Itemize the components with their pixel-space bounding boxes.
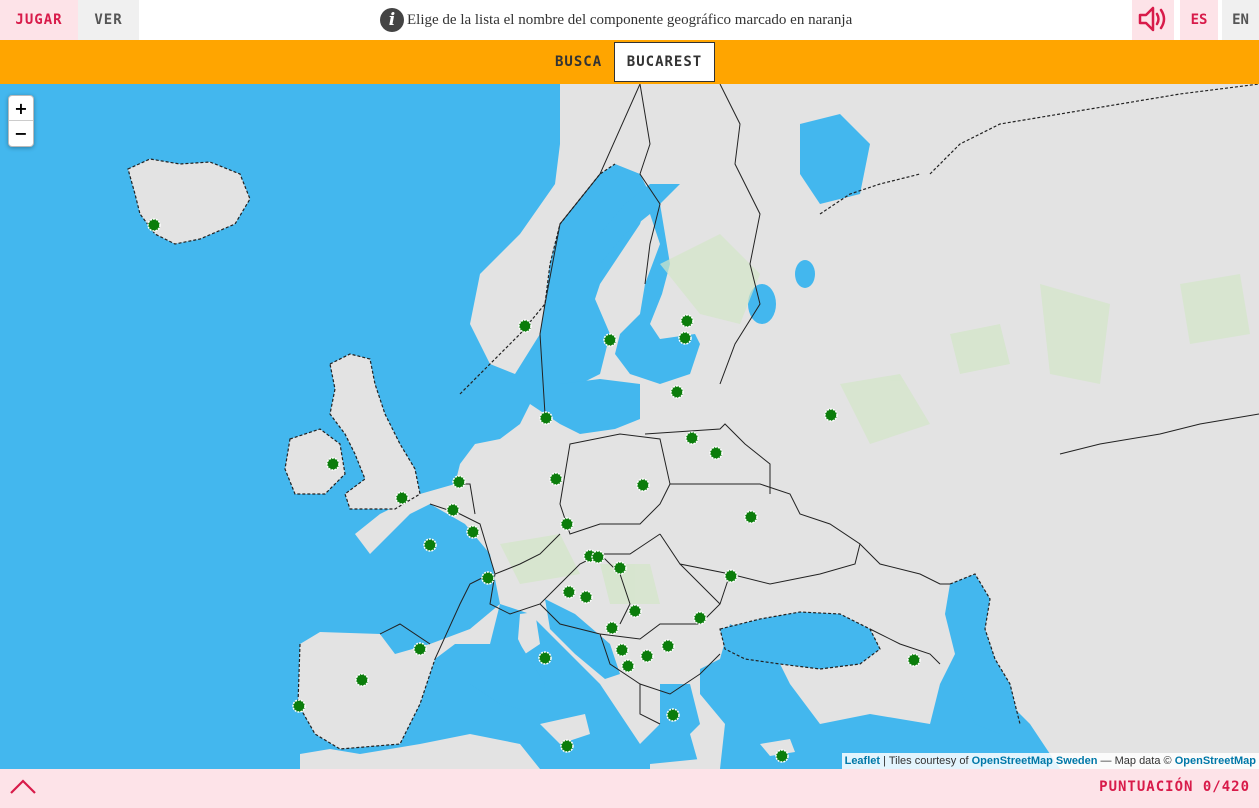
capital-marker[interactable]: [661, 639, 675, 653]
capital-marker[interactable]: [562, 585, 576, 599]
capital-marker[interactable]: [518, 319, 532, 333]
capital-marker[interactable]: [413, 642, 427, 656]
map-base: [127, 84, 1259, 769]
search-label: BUSCA: [555, 54, 603, 70]
collapse-button[interactable]: [9, 775, 37, 797]
capital-marker[interactable]: [605, 621, 619, 635]
osm-sweden-link[interactable]: OpenStreetMap Sweden: [972, 755, 1098, 767]
score-display: PUNTUACIÓN 0/420: [1099, 779, 1250, 795]
capital-marker[interactable]: [907, 653, 921, 667]
capital-marker[interactable]: [678, 331, 692, 345]
map-view[interactable]: + − Leaflet | Tiles courtesy of OpenStre…: [0, 84, 1259, 769]
capital-marker[interactable]: [452, 475, 466, 489]
capital-marker[interactable]: [481, 571, 495, 585]
sound-toggle-button[interactable]: [1132, 0, 1174, 40]
capital-marker[interactable]: [636, 478, 650, 492]
capital-marker[interactable]: [628, 604, 642, 618]
capital-marker[interactable]: [292, 699, 306, 713]
capital-marker[interactable]: [591, 550, 605, 564]
zoom-in-button[interactable]: +: [9, 96, 33, 121]
zoom-out-button[interactable]: −: [9, 121, 33, 146]
capital-marker[interactable]: [603, 333, 617, 347]
capital-marker[interactable]: [709, 446, 723, 460]
capital-marker[interactable]: [744, 510, 758, 524]
capital-marker[interactable]: [613, 561, 627, 575]
capital-marker[interactable]: [549, 472, 563, 486]
capital-marker[interactable]: [395, 491, 409, 505]
capital-marker[interactable]: [685, 431, 699, 445]
map-attribution: Leaflet | Tiles courtesy of OpenStreetMa…: [841, 753, 1259, 769]
view-tab-button[interactable]: VER: [78, 0, 139, 40]
capital-marker[interactable]: [466, 525, 480, 539]
language-es-button[interactable]: ES: [1180, 0, 1218, 40]
capital-marker[interactable]: [446, 503, 460, 517]
search-target-box: BUCAREST: [614, 42, 715, 82]
capital-marker[interactable]: [615, 643, 629, 657]
instruction-text: Elige de la lista el nombre del componen…: [407, 11, 853, 28]
capital-marker[interactable]: [640, 649, 654, 663]
play-tab-button[interactable]: JUGAR: [0, 0, 78, 40]
capital-marker[interactable]: [560, 739, 574, 753]
osm-link[interactable]: OpenStreetMap: [1175, 755, 1256, 767]
capital-marker[interactable]: [539, 411, 553, 425]
capital-marker[interactable]: [147, 218, 161, 232]
capital-marker[interactable]: [670, 385, 684, 399]
instruction: i Elige de la lista el nombre del compon…: [380, 6, 852, 34]
capital-marker[interactable]: [666, 708, 680, 722]
capital-marker[interactable]: [326, 457, 340, 471]
capital-marker[interactable]: [538, 651, 552, 665]
language-en-button[interactable]: EN: [1222, 0, 1259, 40]
capital-marker[interactable]: [579, 590, 593, 604]
leaflet-link[interactable]: Leaflet: [845, 755, 880, 767]
capital-marker[interactable]: [560, 517, 574, 531]
capital-marker[interactable]: [621, 659, 635, 673]
capital-marker[interactable]: [423, 538, 437, 552]
zoom-control: + −: [8, 95, 34, 147]
capital-marker[interactable]: [824, 408, 838, 422]
attribution-data-text: — Map data ©: [1097, 755, 1175, 767]
capital-marker[interactable]: [693, 611, 707, 625]
info-icon: i: [380, 8, 404, 32]
attribution-tiles-text: | Tiles courtesy of: [880, 755, 972, 767]
top-toolbar: JUGAR VER i Elige de la lista el nombre …: [0, 0, 1259, 40]
capital-marker[interactable]: [775, 749, 789, 763]
capital-marker[interactable]: [724, 569, 738, 583]
capital-marker[interactable]: [355, 673, 369, 687]
speaker-icon: [1138, 6, 1166, 32]
chevron-up-icon: [10, 779, 36, 794]
bottom-bar: PUNTUACIÓN 0/420: [0, 769, 1259, 808]
search-bar: BUSCA BUCAREST: [0, 40, 1259, 84]
capital-marker[interactable]: [680, 314, 694, 328]
